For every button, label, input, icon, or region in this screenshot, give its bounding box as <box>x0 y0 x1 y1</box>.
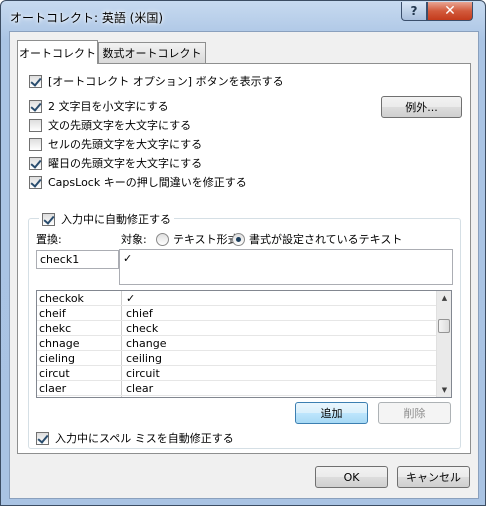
list-item[interactable]: claer clear <box>37 381 437 396</box>
spelling-correction-checkbox[interactable] <box>36 431 49 445</box>
entry-with: circuit <box>126 367 160 380</box>
entry-with: change <box>126 337 167 350</box>
replace-input-value: check1 <box>40 253 80 266</box>
caps-lock-option[interactable]: CapsLock キーの押し間違いを修正する <box>29 174 247 190</box>
spelling-correction-option[interactable]: 入力中にスペル ミスを自動修正する <box>36 430 234 446</box>
replace-text-label: 入力中に自動修正する <box>61 213 171 226</box>
autocorrect-dialog: オートコレクト: 英語 (米国) ? ✕ オートコレクト 数式オートコレクト [… <box>0 0 486 506</box>
entry-with: chief <box>126 307 153 320</box>
capitalize-cell-checkbox[interactable] <box>29 137 42 151</box>
delete-button-label: 削除 <box>403 407 426 420</box>
show-autocorrect-buttons-option[interactable]: [オートコレクト オプション] ボタンを表示する <box>29 73 284 89</box>
capitalize-sentence-label: 文の先頭文字を大文字にする <box>48 119 192 132</box>
spelling-correction-label: 入力中にスペル ミスを自動修正する <box>55 432 234 445</box>
list-item[interactable]: chnage change <box>37 336 437 351</box>
ok-button[interactable]: OK <box>315 466 388 488</box>
help-icon: ? <box>410 4 418 18</box>
capitalize-days-checkbox[interactable] <box>29 156 42 170</box>
entry-replace: cheif <box>39 307 66 320</box>
add-button-label: 追加 <box>320 407 343 420</box>
scroll-down-arrow-icon[interactable]: ▼ <box>437 383 451 397</box>
capitalize-cell-option[interactable]: セルの先頭文字を大文字にする <box>29 136 202 152</box>
plain-text-radio-option[interactable]: テキスト形式 <box>156 231 239 247</box>
replace-text-checkbox[interactable] <box>42 212 55 226</box>
entry-replace: checkok <box>39 292 84 305</box>
close-icon: ✕ <box>444 3 456 19</box>
plain-text-radio[interactable] <box>156 232 169 246</box>
formatted-text-radio[interactable] <box>232 232 245 246</box>
replace-input[interactable]: check1 <box>36 250 119 269</box>
list-item[interactable]: checkok ✓ <box>37 291 437 306</box>
scroll-up-arrow-icon[interactable]: ▲ <box>437 291 451 305</box>
capitalize-sentence-option[interactable]: 文の先頭文字を大文字にする <box>29 117 191 133</box>
two-initial-caps-label: 2 文字目を小文字にする <box>48 100 169 113</box>
window-title: オートコレクト: 英語 (米国) <box>10 11 164 25</box>
replace-label: 置換: <box>36 233 62 246</box>
list-item[interactable]: chekc check <box>37 321 437 336</box>
entry-with: ceiling <box>126 352 162 365</box>
tab-autocorrect[interactable]: オートコレクト <box>17 40 98 64</box>
cancel-button[interactable]: キャンセル <box>397 466 470 488</box>
caps-lock-label: CapsLock キーの押し間違いを修正する <box>48 176 247 189</box>
capitalize-days-label: 曜日の先頭文字を大文字にする <box>48 157 203 170</box>
entry-with: check <box>126 322 159 335</box>
show-autocorrect-buttons-label: [オートコレクト オプション] ボタンを表示する <box>48 75 284 88</box>
delete-button[interactable]: 削除 <box>378 402 451 424</box>
entry-replace: cieling <box>39 352 75 365</box>
two-initial-caps-checkbox[interactable] <box>29 99 42 113</box>
plain-text-label: テキスト形式 <box>173 233 239 246</box>
show-autocorrect-buttons-checkbox[interactable] <box>29 74 42 88</box>
caps-lock-checkbox[interactable] <box>29 175 42 189</box>
formatted-text-radio-option[interactable]: 書式が設定されているテキスト <box>232 231 402 247</box>
list-item[interactable]: cheif chief <box>37 306 437 321</box>
with-input-value: ✓ <box>123 252 133 265</box>
entry-with: clear <box>126 382 154 395</box>
tab-autocorrect-label: オートコレクト <box>19 46 96 60</box>
entry-replace: claer <box>39 382 67 395</box>
add-button[interactable]: 追加 <box>295 402 368 424</box>
exceptions-button-label: 例外... <box>405 101 438 114</box>
tab-math-autocorrect[interactable]: 数式オートコレクト <box>98 42 206 63</box>
list-item[interactable]: circut circuit <box>37 366 437 381</box>
tab-math-autocorrect-label: 数式オートコレクト <box>102 47 202 60</box>
list-item[interactable]: cieling ceiling <box>37 351 437 366</box>
entry-replace: chekc <box>39 322 72 335</box>
capitalize-cell-label: セルの先頭文字を大文字にする <box>48 138 203 151</box>
autocorrect-entries-list[interactable]: checkok ✓ cheif chief chekc check chnage… <box>36 290 452 398</box>
entry-replace: chnage <box>39 337 80 350</box>
title-bar[interactable]: オートコレクト: 英語 (米国) ? ✕ <box>1 1 485 31</box>
with-label: 対象: <box>121 233 147 246</box>
capitalize-sentence-checkbox[interactable] <box>29 118 42 132</box>
dialog-client-area: オートコレクト 数式オートコレクト [オートコレクト オプション] ボタンを表示… <box>9 31 479 499</box>
capitalize-days-option[interactable]: 曜日の先頭文字を大文字にする <box>29 155 202 171</box>
scrollbar-thumb[interactable] <box>438 319 450 333</box>
list-scrollbar[interactable]: ▲ ▼ <box>436 291 451 397</box>
cancel-button-label: キャンセル <box>406 471 461 484</box>
help-button[interactable]: ? <box>401 2 427 21</box>
two-initial-caps-option[interactable]: 2 文字目を小文字にする <box>29 98 169 114</box>
close-button[interactable]: ✕ <box>427 2 473 21</box>
with-input[interactable]: ✓ <box>119 249 453 285</box>
exceptions-button[interactable]: 例外... <box>381 96 462 118</box>
entry-with: ✓ <box>126 292 136 305</box>
formatted-text-label: 書式が設定されているテキスト <box>249 233 403 246</box>
ok-button-label: OK <box>343 470 360 484</box>
replace-text-group-title[interactable]: 入力中に自動修正する <box>39 211 174 227</box>
entry-replace: circut <box>39 367 70 380</box>
